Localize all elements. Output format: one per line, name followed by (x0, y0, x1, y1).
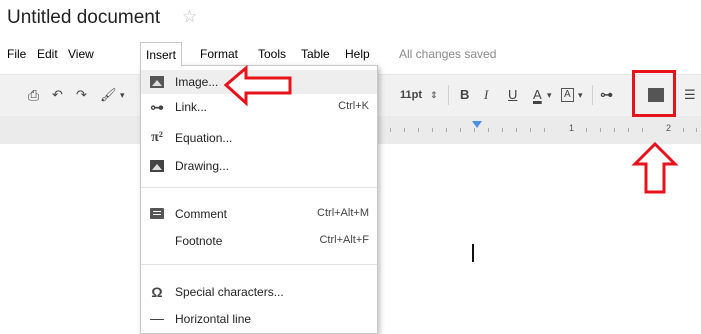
up-arrow-annotation (631, 141, 679, 194)
left-arrow-annotation (223, 64, 292, 107)
arrow-annotations (223, 64, 679, 194)
